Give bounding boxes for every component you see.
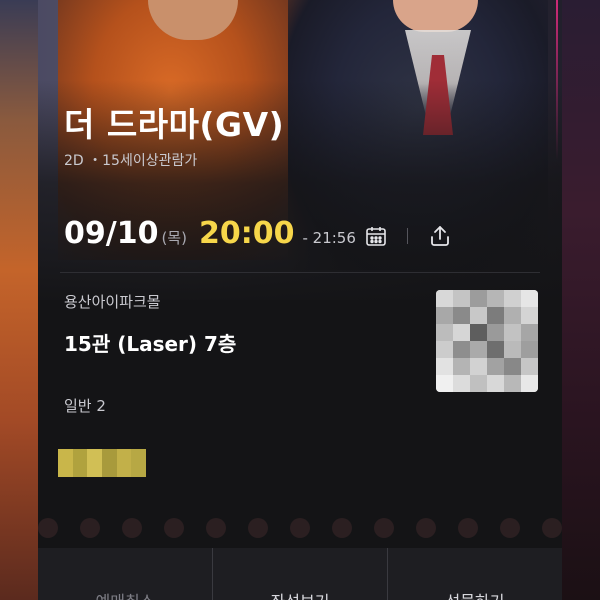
show-end-time: - 21:56	[302, 229, 356, 247]
screen-info: 15관 (Laser) 7층	[64, 332, 237, 356]
ticket-qr-code[interactable]	[436, 290, 538, 392]
ticket-perforation	[38, 518, 562, 548]
share-icon	[431, 226, 449, 246]
add-calendar-button[interactable]	[362, 222, 390, 250]
theater-name: 용산아이파크몰	[64, 293, 161, 311]
section-divider	[60, 272, 540, 273]
poster-accent-line	[556, 0, 558, 160]
ticket-actions: 예매취소 좌석보기 선물하기	[38, 548, 562, 600]
show-date: 09/10	[64, 216, 159, 251]
show-start-time: 20:00	[198, 216, 295, 251]
gift-button[interactable]: 선물하기	[388, 548, 562, 600]
share-button[interactable]	[426, 222, 454, 250]
icon-separator	[407, 228, 408, 244]
ticket-people: 일반 2	[64, 397, 106, 415]
view-seats-button[interactable]: 좌석보기	[213, 548, 388, 600]
ticket-card: 더 드라마(GV) 2D ・15세이상관람가 09/10 (목) 20:00 -…	[38, 0, 562, 600]
calendar-icon	[366, 227, 386, 246]
movie-title: 더 드라마(GV)	[64, 105, 285, 144]
cancel-booking-button[interactable]: 예매취소	[38, 548, 213, 600]
showtime-row: 09/10 (목) 20:00 - 21:56	[64, 216, 356, 256]
show-day-of-week: (목)	[161, 229, 187, 247]
seat-info-blurred	[58, 449, 147, 477]
movie-info: 2D ・15세이상관람가	[64, 153, 198, 169]
